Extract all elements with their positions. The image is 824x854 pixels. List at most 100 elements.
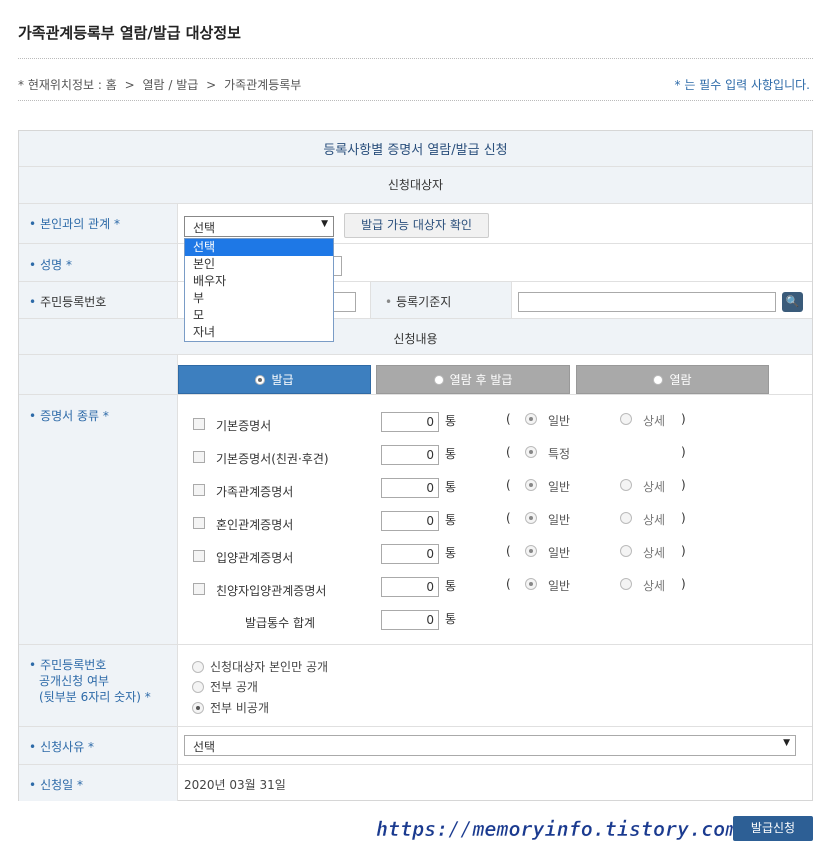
cert-option-label: 일반 (548, 513, 571, 527)
rrn-header: • 주민등록번호 (19, 282, 178, 318)
radio-icon[interactable] (620, 545, 632, 557)
tab-view-then-issue[interactable]: 열람 후 발급 (376, 365, 570, 394)
name-header: • 성명 * (19, 244, 178, 281)
radio-icon (192, 661, 204, 673)
date-label: 신청일 * (40, 778, 84, 792)
name-label: 성명 * (40, 258, 72, 272)
radio-icon[interactable] (525, 446, 537, 458)
radio-icon[interactable] (620, 479, 632, 491)
radio-icon[interactable] (525, 578, 537, 590)
cert-option-label: 상세 (643, 414, 666, 428)
cert-checkbox[interactable] (193, 583, 205, 595)
paren-close: ) (681, 577, 686, 591)
cert-checkbox[interactable] (193, 418, 205, 430)
radio-icon (192, 702, 204, 714)
cert-option-label: 일반 (548, 579, 571, 593)
cert-label: 기본증명서 (216, 419, 272, 433)
radio-icon[interactable] (620, 578, 632, 590)
paren-open: ( (506, 412, 511, 426)
cert-option-label: 상세 (643, 513, 666, 527)
breadcrumb: * 현재위치정보 : 홈 > 열람 / 발급 > 가족관계등록부 (18, 76, 305, 93)
dropdown-option[interactable]: 자녀 (185, 324, 333, 341)
radio-icon[interactable] (525, 512, 537, 524)
required-note: * 는 필수 입력 사항입니다. (674, 78, 810, 92)
cert-count-input[interactable]: 0 (381, 412, 439, 432)
cert-label: 혼인관계증명서 (216, 518, 294, 532)
tab-view[interactable]: 열람 (576, 365, 769, 394)
check-eligible-button[interactable]: 발급 가능 대상자 확인 (344, 213, 489, 238)
breadcrumb-sep: > (206, 78, 217, 92)
rrn-label: 주민등록번호 (40, 295, 107, 309)
cert-count-input[interactable]: 0 (381, 511, 439, 531)
submit-issue-button[interactable]: 발급신청 (733, 816, 813, 841)
search-button[interactable]: 🔍 (782, 292, 803, 312)
divider (18, 100, 813, 101)
paren-close: ) (681, 478, 686, 492)
cert-checkbox[interactable] (193, 550, 205, 562)
cert-checkbox[interactable] (193, 451, 205, 463)
relation-label: 본인과의 관계 * (40, 217, 120, 231)
cert-row: 기본증명서(친권·후견) 0 통 (특정) (0, 445, 824, 467)
paren-open: ( (506, 577, 511, 591)
reason-label: 신청사유 * (40, 740, 95, 754)
cert-unit: 통 (445, 513, 457, 527)
relation-select[interactable]: 선택 ▼ (184, 216, 334, 237)
cert-checkbox[interactable] (193, 517, 205, 529)
cert-count-input[interactable]: 0 (381, 478, 439, 498)
reason-select[interactable]: 선택 ▼ (184, 735, 796, 756)
cert-count-input[interactable]: 0 (381, 577, 439, 597)
dropdown-option[interactable]: 부 (185, 290, 333, 307)
breadcrumb-item[interactable]: 가족관계등록부 (224, 78, 301, 92)
tab-view-then-issue-label: 열람 후 발급 (449, 373, 513, 387)
paren-close: ) (681, 544, 686, 558)
cert-unit: 통 (445, 546, 457, 560)
radio-icon[interactable] (620, 413, 632, 425)
relation-header: • 본인과의 관계 * (19, 204, 178, 243)
radio-icon[interactable] (525, 479, 537, 491)
disclose-option[interactable]: 전부 공개 (192, 678, 258, 695)
cert-checkbox[interactable] (193, 484, 205, 496)
radio-icon (255, 375, 266, 385)
paren-open: ( (506, 445, 511, 459)
cert-count-input[interactable]: 0 (381, 544, 439, 564)
reason-select-value: 선택 (193, 740, 216, 754)
radio-icon[interactable] (525, 413, 537, 425)
disclose-option-label: 전부 비공개 (210, 701, 270, 715)
total-count: 0 (381, 610, 439, 630)
cert-row: 기본증명서 0 통 (일반 상세) (0, 412, 824, 434)
radio-icon[interactable] (620, 512, 632, 524)
date-row: • 신청일 * 2020년 03월 31일 (19, 765, 812, 801)
base-input[interactable] (518, 292, 776, 312)
section-applicant-title: 신청대상자 (387, 178, 444, 192)
total-label: 발급통수 합계 (245, 616, 316, 630)
tab-issue[interactable]: 발급 (178, 365, 371, 394)
dropdown-option[interactable]: 모 (185, 307, 333, 324)
cert-label: 가족관계증명서 (216, 485, 294, 499)
chevron-down-icon: ▼ (783, 738, 790, 748)
disclose-option[interactable]: 신청대상자 본인만 공개 (192, 658, 328, 675)
radio-icon[interactable] (525, 545, 537, 557)
cert-option-label: 일반 (548, 546, 571, 560)
divider (18, 58, 813, 59)
dropdown-option[interactable]: 본인 (185, 256, 333, 273)
paren-close: ) (681, 445, 686, 459)
disclose-option[interactable]: 전부 비공개 (192, 699, 269, 716)
breadcrumb-item[interactable]: 열람 / 발급 (143, 78, 199, 92)
reason-header: • 신청사유 * (19, 727, 178, 764)
watermark-text: https://memoryinfo.tistory.com (376, 817, 738, 842)
cert-unit: 통 (445, 480, 457, 494)
tab-view-label: 열람 (669, 373, 692, 387)
cert-row: 친양자입양관계증명서 0 통 (일반 상세) (0, 577, 824, 599)
cert-row: 혼인관계증명서 0 통 (일반 상세) (0, 511, 824, 533)
disclose-option-label: 전부 공개 (210, 680, 258, 694)
radio-icon (653, 375, 664, 385)
chevron-down-icon: ▼ (321, 219, 328, 229)
disclose-option-label: 신청대상자 본인만 공개 (210, 660, 329, 674)
dropdown-option[interactable]: 선택 (185, 239, 333, 256)
cert-count-input[interactable]: 0 (381, 445, 439, 465)
dropdown-option[interactable]: 배우자 (185, 273, 333, 290)
base-header: • 등록기준지 (370, 282, 512, 318)
cert-unit: 통 (445, 579, 457, 593)
paren-open: ( (506, 511, 511, 525)
cert-unit: 통 (445, 414, 457, 428)
